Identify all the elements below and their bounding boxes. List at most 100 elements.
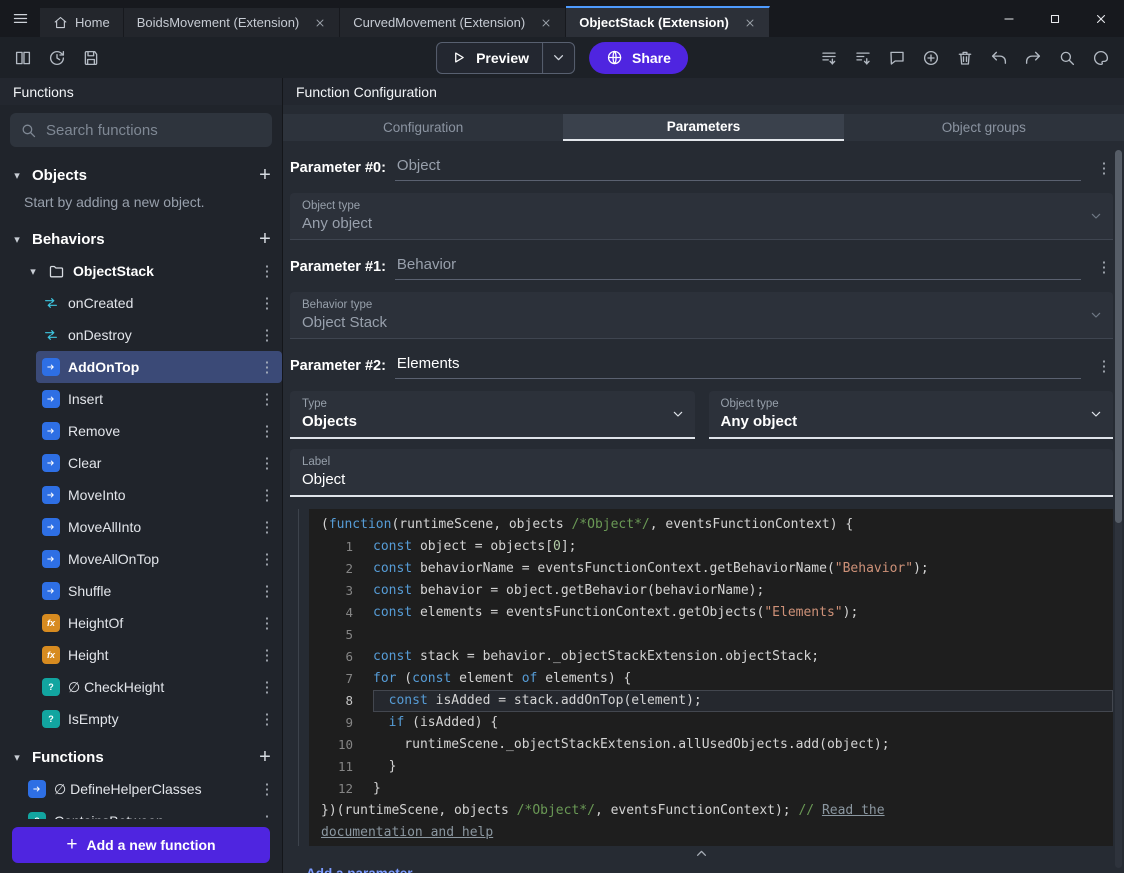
folder-objectstack[interactable]: ▾ ObjectStack ⋮ [0,255,282,287]
section-behaviors[interactable]: ▾ Behaviors + [0,223,282,255]
chevron-down-icon[interactable]: ▾ [26,265,40,278]
kebab-icon[interactable]: ⋮ [1095,159,1113,177]
plus-icon[interactable]: + [254,228,276,251]
code-line[interactable]: 8 const isAdded = stack.addOnTop(element… [309,690,1113,712]
code-line[interactable]: 6 const stack = behavior._objectStackExte… [309,646,1113,668]
kebab-icon[interactable]: ⋮ [258,518,276,536]
publish-button[interactable] [814,43,844,73]
function-item-shuffle[interactable]: Shuffle ⋮ [36,575,282,607]
scroll-up-hint[interactable] [290,846,1113,860]
parameter-0-name-field[interactable]: Object [394,155,1081,181]
scrollbar-thumb[interactable] [1115,150,1122,524]
import-button[interactable] [848,43,878,73]
kebab-icon[interactable]: ⋮ [258,294,276,312]
code-line[interactable]: 2 const behaviorName = eventsFunctionCont… [309,558,1113,580]
function-item-clear[interactable]: Clear ⋮ [36,447,282,479]
code-line[interactable]: 12} [309,778,1113,800]
code-line[interactable]: 10 runtimeScene._objectStackExtension.al… [309,734,1113,756]
trash-button[interactable] [950,43,980,73]
titlebar-tab-boidsmovement-extension[interactable]: BoidsMovement (Extension) [123,8,341,37]
search-box[interactable] [10,113,272,147]
preview-button[interactable]: Preview [437,43,542,73]
code-line[interactable]: documentation and help [309,822,1113,844]
chevron-down-icon[interactable]: ▾ [10,751,24,764]
documentation-link[interactable]: Read the [822,803,885,818]
parameter-2-name-field[interactable]: Elements [394,353,1081,379]
code-line[interactable]: 4 const elements = eventsFunctionContext.… [309,602,1113,624]
kebab-icon[interactable]: ⋮ [258,678,276,696]
code-line[interactable]: 7 for (const element of elements) { [309,668,1113,690]
titlebar-tab-home[interactable]: Home [40,8,124,37]
function-item-ondestroy[interactable]: onDestroy ⋮ [36,319,282,351]
kebab-icon[interactable]: ⋮ [258,812,276,819]
code-line[interactable]: 3 const behavior = object.getBehavior(beh… [309,580,1113,602]
search-button[interactable] [1052,43,1082,73]
tab-configuration[interactable]: Configuration [283,114,563,141]
kebab-icon[interactable]: ⋮ [1095,357,1113,375]
minimize-button[interactable] [986,0,1032,37]
kebab-icon[interactable]: ⋮ [258,422,276,440]
add-circle-button[interactable] [916,43,946,73]
parameter-1-behavior-type-select[interactable]: Behavior type Object Stack [290,292,1113,339]
function-item-moveinto[interactable]: MoveInto ⋮ [36,479,282,511]
add-new-function-button[interactable]: + Add a new function [12,827,270,863]
preview-split-button[interactable]: Preview [436,41,576,74]
kebab-icon[interactable]: ⋮ [258,390,276,408]
function-item-heightof[interactable]: fx HeightOf ⋮ [36,607,282,639]
code-line[interactable]: 5 [309,624,1113,646]
parameter-2-object-type-select[interactable]: Object type Any object [708,391,1113,439]
feedback-button[interactable] [882,43,912,73]
section-objects[interactable]: ▾ Objects + [0,159,282,191]
chevron-down-icon[interactable]: ▾ [10,233,24,246]
titlebar-tab-curvedmovement-extension[interactable]: CurvedMovement (Extension) [340,8,567,37]
code-line[interactable]: })(runtimeScene, objects /*Object*/, eve… [309,800,1113,822]
parameter-2-type-select[interactable]: Type Objects [290,391,695,439]
kebab-icon[interactable]: ⋮ [258,710,276,728]
code-line[interactable]: 9 if (isAdded) { [309,712,1113,734]
close-icon[interactable] [744,17,756,29]
theme-button[interactable] [1086,43,1116,73]
function-item-isempty[interactable]: ? IsEmpty ⋮ [36,703,282,735]
parameter-2-label-input[interactable]: Label Object [290,449,1113,497]
kebab-icon[interactable]: ⋮ [258,550,276,568]
undo-button[interactable] [984,43,1014,73]
function-item-insert[interactable]: Insert ⋮ [36,383,282,415]
function-item-moveallinto[interactable]: MoveAllInto ⋮ [36,511,282,543]
parameter-0-object-type-select[interactable]: Object type Any object [290,193,1113,240]
kebab-icon[interactable]: ⋮ [258,646,276,664]
function-item-moveallontop[interactable]: MoveAllOnTop ⋮ [36,543,282,575]
kebab-icon[interactable]: ⋮ [258,326,276,344]
search-input[interactable] [46,121,262,139]
tab-parameters[interactable]: Parameters [563,114,844,141]
menu-button[interactable] [0,0,40,37]
plus-icon[interactable]: + [254,746,276,769]
close-icon[interactable] [314,17,326,29]
section-functions[interactable]: ▾ Functions + [0,741,282,773]
save-button[interactable] [76,43,106,73]
plus-icon[interactable]: + [254,164,276,187]
kebab-icon[interactable]: ⋮ [258,582,276,600]
tab-object-groups[interactable]: Object groups [844,114,1124,141]
redo-button[interactable] [1018,43,1048,73]
code-line[interactable]: 1 const object = objects[0]; [309,536,1113,558]
close-icon[interactable] [540,17,552,29]
kebab-icon[interactable]: ⋮ [258,780,276,798]
kebab-icon[interactable]: ⋮ [258,614,276,632]
function-item-addontop[interactable]: AddOnTop ⋮ [36,351,282,383]
kebab-icon[interactable]: ⋮ [258,358,276,376]
code-line[interactable]: (function(runtimeScene, objects /*Object… [309,514,1113,536]
parameter-1-name-field[interactable]: Behavior [394,254,1081,280]
share-button[interactable]: Share [589,41,688,74]
history-button[interactable] [42,43,72,73]
kebab-icon[interactable]: ⋮ [258,454,276,472]
close-button[interactable] [1078,0,1124,37]
code-line[interactable]: 11 } [309,756,1113,778]
maximize-button[interactable] [1032,0,1078,37]
kebab-icon[interactable]: ⋮ [258,262,276,280]
function-item-checkheight[interactable]: ? ∅ CheckHeight ⋮ [36,671,282,703]
preview-options-button[interactable] [543,43,574,73]
function-item-definehelperclasses[interactable]: ∅ DefineHelperClasses ⋮ [22,773,282,805]
function-item-containsbetween[interactable]: ? ContainsBetween ⋮ [22,805,282,819]
function-item-remove[interactable]: Remove ⋮ [36,415,282,447]
kebab-icon[interactable]: ⋮ [258,486,276,504]
